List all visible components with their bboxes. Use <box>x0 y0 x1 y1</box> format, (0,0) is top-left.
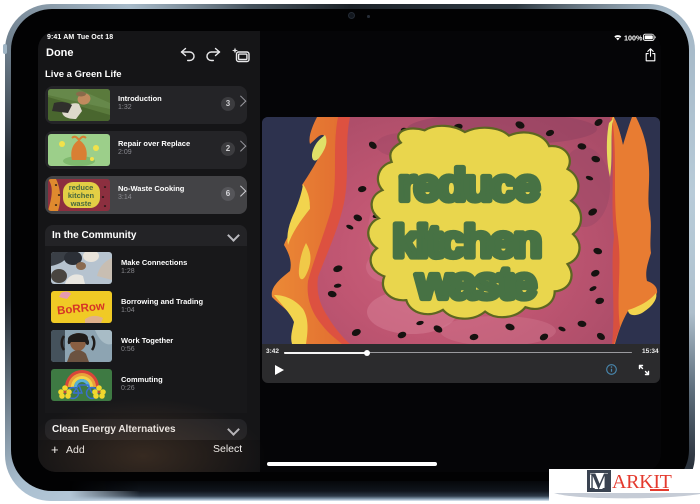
svg-text:waste: waste <box>415 257 536 308</box>
svg-text:reduce: reduce <box>398 160 539 211</box>
svg-text:100%: 100% <box>624 33 643 42</box>
svg-text:waste: waste <box>70 199 92 208</box>
